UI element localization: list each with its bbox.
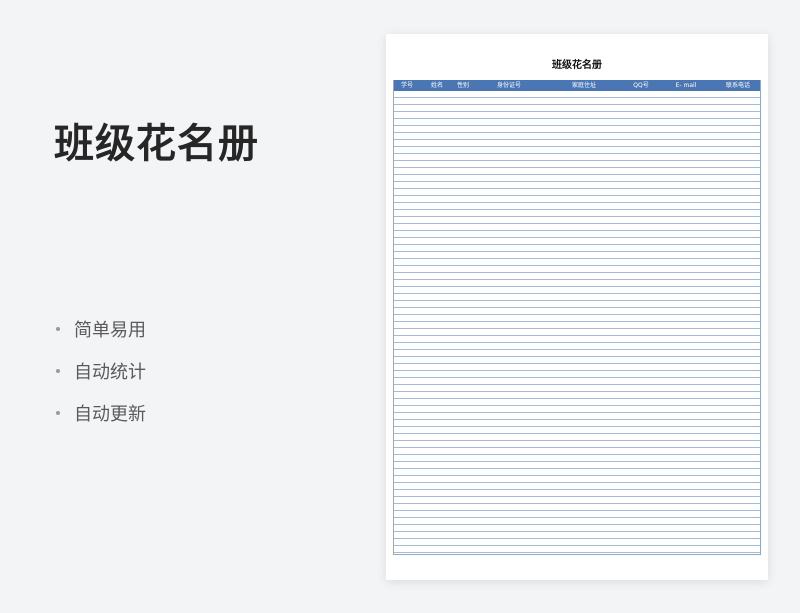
table-row: [394, 245, 760, 252]
table-row: [394, 322, 760, 329]
feature-list: 简单易用 自动统计 自动更新: [54, 308, 146, 434]
table-row: [394, 98, 760, 105]
table-row: [394, 448, 760, 455]
table-row: [394, 126, 760, 133]
table-row: [394, 294, 760, 301]
table-row: [394, 343, 760, 350]
feature-item: 简单易用: [54, 308, 146, 350]
table-row: [394, 371, 760, 378]
table-row: [394, 91, 760, 98]
roster-table: 学号 姓名 性别 身份证号 家庭住址 QQ号 E- mail 联系电话: [393, 80, 761, 555]
table-row: [394, 392, 760, 399]
table-row: [394, 287, 760, 294]
page-title: 班级花名册: [54, 121, 259, 167]
bullet-icon: [56, 369, 60, 373]
column-header-id-number: 身份证号: [496, 82, 521, 89]
table-row: [394, 539, 760, 546]
table-row: [394, 483, 760, 490]
table-row: [394, 511, 760, 518]
table-row: [394, 182, 760, 189]
table-row: [394, 161, 760, 168]
column-header-phone: 联系电话: [725, 82, 750, 89]
table-row: [394, 504, 760, 511]
bullet-icon: [56, 327, 60, 331]
table-row: [394, 189, 760, 196]
table-row: [394, 525, 760, 532]
sheet-title: 班级花名册: [552, 60, 602, 71]
table-row: [394, 231, 760, 238]
table-row: [394, 133, 760, 140]
table-row: [394, 301, 760, 308]
table-row: [394, 406, 760, 413]
table-row: [394, 476, 760, 483]
table-row: [394, 259, 760, 266]
table-row: [394, 266, 760, 273]
table-row: [394, 427, 760, 434]
feature-label: 简单易用: [74, 320, 146, 341]
feature-item: 自动统计: [54, 350, 146, 392]
table-row: [394, 147, 760, 154]
bullet-icon: [56, 411, 60, 415]
table-row: [394, 532, 760, 539]
table-row: [394, 364, 760, 371]
table-row: [394, 399, 760, 406]
table-row: [394, 280, 760, 287]
table-row: [394, 434, 760, 441]
table-row: [394, 196, 760, 203]
table-row: [394, 497, 760, 504]
table-row: [394, 329, 760, 336]
table-row: [394, 518, 760, 525]
table-row: [394, 154, 760, 161]
table-row: [394, 546, 760, 553]
table-row: [394, 336, 760, 343]
table-row: [394, 490, 760, 497]
roster-sheet-preview: 班级花名册 学号 姓名 性别 身份证号 家庭住址 QQ号 E- mail 联系电…: [386, 34, 768, 580]
column-header-email: E- mail: [675, 82, 697, 89]
column-header-name: 姓名: [430, 82, 443, 89]
feature-item: 自动更新: [54, 392, 146, 434]
feature-label: 自动统计: [74, 362, 146, 383]
table-body: [394, 91, 760, 553]
table-row: [394, 357, 760, 364]
table-row: [394, 238, 760, 245]
table-row: [394, 420, 760, 427]
column-header-gender: 性别: [456, 82, 469, 89]
table-row: [394, 168, 760, 175]
table-header: 学号 姓名 性别 身份证号 家庭住址 QQ号 E- mail 联系电话: [394, 80, 760, 91]
table-row: [394, 308, 760, 315]
table-row: [394, 462, 760, 469]
table-row: [394, 350, 760, 357]
column-header-student-id: 学号: [400, 82, 413, 89]
column-header-qq: QQ号: [633, 82, 649, 89]
feature-label: 自动更新: [74, 404, 146, 425]
table-row: [394, 105, 760, 112]
table-row: [394, 273, 760, 280]
table-row: [394, 469, 760, 476]
table-row: [394, 455, 760, 462]
table-row: [394, 441, 760, 448]
table-row: [394, 210, 760, 217]
table-row: [394, 413, 760, 420]
table-row: [394, 315, 760, 322]
table-row: [394, 140, 760, 147]
table-row: [394, 112, 760, 119]
table-row: [394, 217, 760, 224]
table-row: [394, 175, 760, 182]
table-row: [394, 378, 760, 385]
table-row: [394, 385, 760, 392]
table-row: [394, 224, 760, 231]
table-row: [394, 203, 760, 210]
table-row: [394, 252, 760, 259]
table-row: [394, 119, 760, 126]
column-header-address: 家庭住址: [571, 82, 596, 89]
